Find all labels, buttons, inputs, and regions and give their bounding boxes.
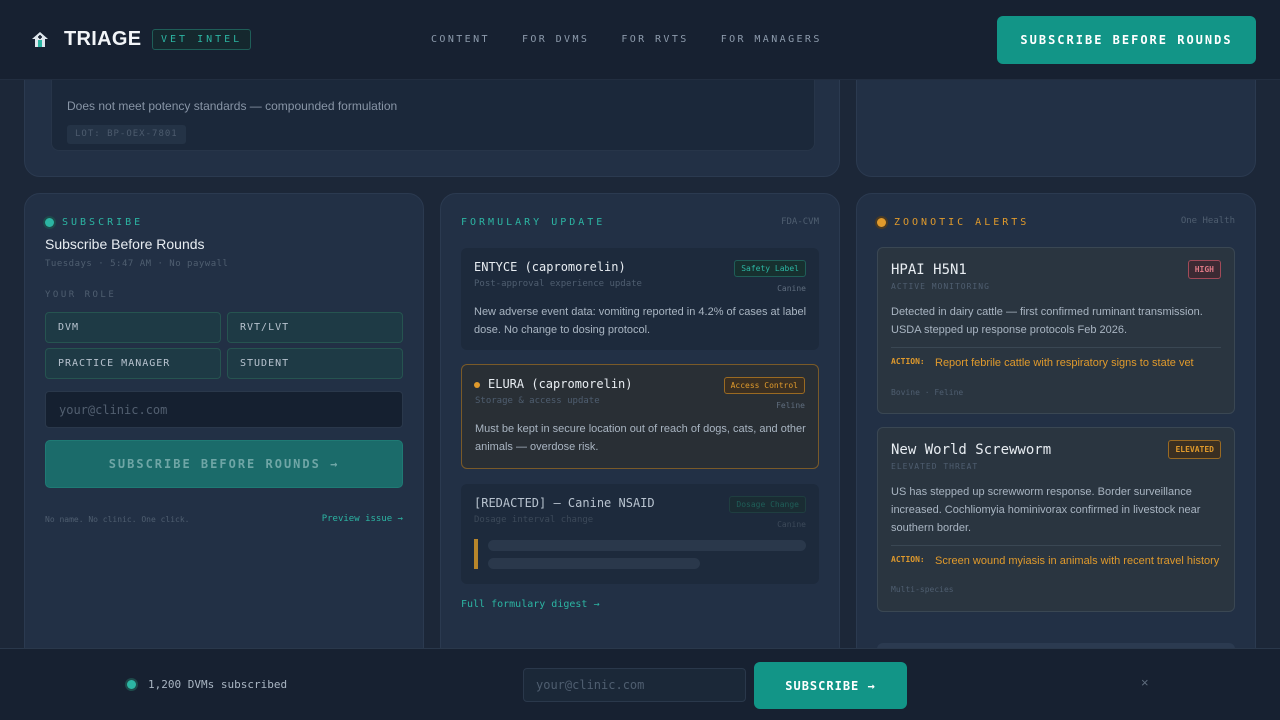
subscribe-title: Subscribe Before Rounds [45,236,205,252]
formulary-section-label: FORMULARY UPDATE [461,217,606,228]
alert-divider [891,545,1221,546]
alert-description: US has stepped up screwworm response. Bo… [891,486,1201,534]
access-control-badge: Access Control [723,377,805,394]
alert-action: Report febrile cattle with respiratory s… [935,357,1194,369]
drug-species: Canine [777,284,806,293]
sticky-subscribe-bar: 1,200 DVMs subscribed SUBSCRIBE → × [0,648,1280,720]
nav-for-managers[interactable]: FOR MANAGERS [721,34,822,45]
dosage-change-badge: Dosage Change [729,496,806,513]
zoonotic-alerts-card: ZOONOTIC ALERTS One Health HPAI H5N1 ACT… [856,193,1256,664]
formulary-source: FDA-CVM [781,217,819,227]
alert-status: ELEVATED THREAT [891,462,979,471]
alert-hpai-h5n1[interactable]: HPAI H5N1 ACTIVE MONITORING HIGH Detecte… [877,247,1235,414]
alert-action-label: ACTION: [891,555,925,564]
nav-for-rvts[interactable]: FOR RVTS [621,34,688,45]
redacted-marker [474,539,478,569]
alert-action: Screen wound myiasis in animals with rec… [935,555,1220,567]
safety-label-badge: Safety Label [734,260,806,277]
brand-badge: VET INTEL [152,29,252,50]
alert-species: Bovine · Feline [891,388,964,397]
close-icon[interactable]: × [1141,675,1149,690]
subscribe-footnote: No name. No clinic. One click. [45,515,190,524]
zoonotic-section-label: ZOONOTIC ALERTS [894,217,1030,228]
formulary-item-entyce[interactable]: ENTYCE (capromorelin) Post-approval expe… [461,248,819,350]
alert-level-badge: HIGH [1187,260,1221,279]
drug-description: Must be kept in secure location out of r… [475,423,806,453]
highlight-dot [474,382,480,388]
drug-name: ENTYCE (capromorelin) [474,260,626,274]
alert-species: Multi-species [891,585,954,594]
alert-name: HPAI H5N1 [891,262,967,278]
drug-name: ELURA (capromorelin) [488,377,633,391]
drug-species: Canine [777,520,806,529]
alert-level-badge: ELEVATED [1168,440,1221,459]
role-label: YOUR ROLE [45,290,117,300]
alert-status-dot [877,218,886,227]
subscribe-status-dot [45,218,54,227]
alert-new-world-screwworm[interactable]: New World Screwworm ELEVATED THREAT ELEV… [877,427,1235,612]
subscribe-submit-button[interactable]: SUBSCRIBE BEFORE ROUNDS → [45,440,403,488]
formulary-item-redacted[interactable]: [REDACTED] — Canine NSAID Dosage interva… [461,484,819,584]
header-subscribe-button[interactable]: SUBSCRIBE BEFORE ROUNDS [997,16,1256,64]
drug-update-type: Dosage interval change [474,515,594,525]
brand-name[interactable]: TRIAGE [64,28,141,51]
lot-number-chip: LOT: BP-OEX-7801 [67,125,186,144]
alert-description: Detected in dairy cattle — first confirm… [891,306,1203,336]
subscriber-count: 1,200 DVMs subscribed [148,678,288,691]
nav-for-dvms[interactable]: FOR DVMS [522,34,589,45]
drug-name: [REDACTED] — Canine NSAID [474,496,655,510]
drug-update-type: Post-approval experience update [474,279,642,289]
role-dvm-button[interactable]: DVM [45,312,221,343]
formulary-card: FORMULARY UPDATE FDA-CVM ENTYCE (capromo… [440,193,840,663]
subscribe-schedule: Tuesdays · 5:47 AM · No paywall [45,259,229,269]
role-student-button[interactable]: STUDENT [227,348,403,379]
recall-message: Does not meet potency standards — compou… [67,99,398,113]
alert-status: ACTIVE MONITORING [891,282,990,291]
subscriber-status-dot [127,680,136,689]
formulary-item-elura[interactable]: ELURA (capromorelin) Storage & access up… [461,364,819,469]
drug-description: New adverse event data: vomiting reporte… [474,306,807,336]
nav-content[interactable]: CONTENT [431,34,490,45]
preview-issue-link[interactable]: Preview issue → [322,514,403,524]
alert-divider [891,347,1221,348]
alert-name: New World Screwworm [891,442,1052,458]
redacted-text-line [488,540,806,551]
sticky-email-input[interactable] [523,668,746,702]
sticky-subscribe-button[interactable]: SUBSCRIBE → [754,662,907,709]
redacted-text-line [488,558,700,569]
full-formulary-digest-link[interactable]: Full formulary digest → [461,599,599,610]
site-header: TRIAGE VET INTEL CONTENT FOR DVMS FOR RV… [0,0,1280,80]
zoonotic-source: One Health [1180,216,1235,226]
triage-logo-icon[interactable] [30,30,50,50]
subscribe-card: SUBSCRIBE Subscribe Before Rounds Tuesda… [24,193,424,663]
role-practice-manager-button[interactable]: PRACTICE MANAGER [45,348,221,379]
subscribe-section-label: SUBSCRIBE [62,217,144,228]
main-nav: CONTENT FOR DVMS FOR RVTS FOR MANAGERS [431,34,822,45]
alert-action-label: ACTION: [891,357,925,366]
subscribe-email-input[interactable] [45,391,403,428]
drug-species: Feline [776,401,805,410]
drug-update-type: Storage & access update [475,396,600,406]
role-rvt-button[interactable]: RVT/LVT [227,312,403,343]
